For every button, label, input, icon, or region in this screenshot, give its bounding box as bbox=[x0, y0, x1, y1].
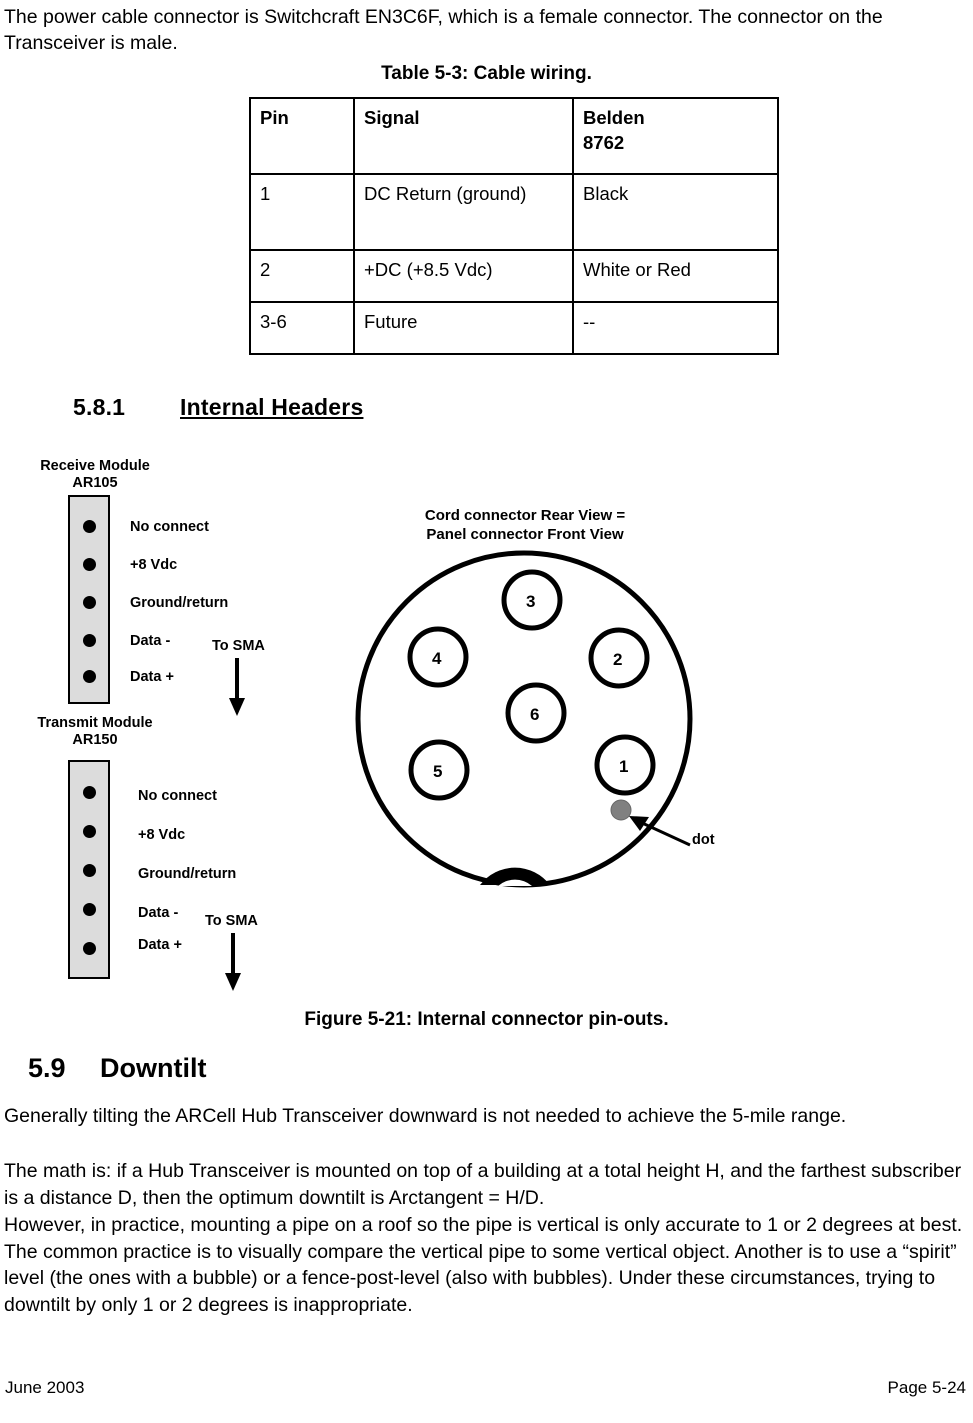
transmit-module-header-block bbox=[68, 760, 110, 979]
footer-page-number: Page 5-24 bbox=[887, 1378, 966, 1397]
section-heading-5-9: 5.9 Downtilt bbox=[28, 1053, 206, 1084]
transmit-pin-label-data-plus: Data + bbox=[138, 937, 182, 953]
section-number: 5.8.1 bbox=[73, 394, 126, 420]
cell-pin: 3-6 bbox=[249, 301, 355, 355]
table-caption: Table 5-3: Cable wiring. bbox=[381, 63, 592, 84]
connector-pin-number-1: 1 bbox=[619, 757, 629, 776]
transmit-pin-dot-3 bbox=[83, 864, 96, 877]
table-header-row: Pin Signal Belden 8762Belden8762 bbox=[249, 97, 779, 175]
section-title: Downtilt bbox=[100, 1053, 207, 1083]
receive-pin-label-data-minus: Data - bbox=[130, 633, 171, 649]
cable-wiring-table: Pin Signal Belden 8762Belden8762 1 DC Re… bbox=[249, 97, 779, 355]
cell-signal: DC Return (ground) bbox=[353, 173, 574, 251]
receive-pin-dot-4 bbox=[83, 634, 96, 647]
connector-view-caption: Cord connector Rear View = Panel connect… bbox=[424, 507, 626, 543]
cell-pin: 2 bbox=[249, 249, 355, 303]
connector-pin-number-3: 3 bbox=[526, 592, 536, 611]
cell-belden: White or Red bbox=[572, 249, 779, 303]
figure-caption: Figure 5-21: Internal connector pin-outs… bbox=[304, 1009, 669, 1030]
section-number: 5.9 bbox=[28, 1053, 66, 1083]
connector-pin-number-6: 6 bbox=[530, 705, 540, 724]
receive-pin-label-data-plus: Data + bbox=[130, 669, 174, 685]
dot-label: dot bbox=[692, 832, 715, 848]
transmit-pin-dot-5 bbox=[83, 942, 96, 955]
transmit-pin-dot-2 bbox=[83, 825, 96, 838]
receive-pin-label-8-vdc: +8 Vdc bbox=[130, 557, 178, 573]
column-header-belden: Belden 8762Belden8762 bbox=[572, 97, 779, 175]
body-paragraph-3: However, in practice, mounting a pipe on… bbox=[4, 1214, 963, 1316]
figure-internal-connector-pinouts: Receive Module AR105 No connect +8 Vdc G… bbox=[0, 440, 973, 1010]
section-title: Internal Headers bbox=[180, 394, 364, 420]
receive-pin-label-ground-return: Ground/return bbox=[130, 595, 229, 611]
column-header-pin: Pin bbox=[249, 97, 355, 175]
transmit-pin-label-ground-return: Ground/return bbox=[138, 866, 237, 882]
cell-signal: Future bbox=[353, 301, 574, 355]
receive-pin-dot-1 bbox=[83, 520, 96, 533]
receive-pin-label-no-connect: No connect bbox=[130, 519, 209, 535]
table-row: 3-6 Future -- bbox=[249, 301, 779, 355]
cell-signal: +DC (+8.5 Vdc) bbox=[353, 249, 574, 303]
body-paragraph-1: Generally tilting the ARCell Hub Transce… bbox=[4, 1105, 847, 1127]
receive-pin-dot-2 bbox=[83, 558, 96, 571]
connector-alignment-dot bbox=[610, 799, 632, 821]
body-paragraph-2: The math is: if a Hub Transceiver is mou… bbox=[4, 1160, 962, 1209]
transmit-to-sma-label: To SMA bbox=[205, 913, 258, 929]
connector-pin-number-4: 4 bbox=[432, 649, 442, 668]
transmit-pin-label-data-minus: Data - bbox=[138, 905, 179, 921]
transmit-pin-label-no-connect: No connect bbox=[138, 788, 217, 804]
transmit-pin-dot-1 bbox=[83, 786, 96, 799]
connector-pin-number-2: 2 bbox=[613, 650, 623, 669]
table-row: 1 DC Return (ground) Black bbox=[249, 173, 779, 251]
connector-pin-number-5: 5 bbox=[433, 762, 443, 781]
receive-pin-dot-3 bbox=[83, 596, 96, 609]
receive-module-header-block bbox=[68, 495, 110, 704]
receive-to-sma-label: To SMA bbox=[212, 638, 265, 654]
receive-pin-dot-5 bbox=[83, 670, 96, 683]
transmit-to-sma-arrow-icon bbox=[225, 933, 241, 991]
column-header-signal: Signal bbox=[353, 97, 574, 175]
cell-pin: 1 bbox=[249, 173, 355, 251]
transmit-pin-dot-4 bbox=[83, 903, 96, 916]
cell-belden: Black bbox=[572, 173, 779, 251]
table-row: 2 +DC (+8.5 Vdc) White or Red bbox=[249, 249, 779, 303]
transmit-pin-label-8-vdc: +8 Vdc bbox=[138, 827, 186, 843]
transmit-module-title: Transmit Module AR150 bbox=[37, 715, 153, 748]
cell-belden: -- bbox=[572, 301, 779, 355]
receive-module-title: Receive Module AR105 bbox=[40, 458, 150, 491]
section-heading-5-8-1: 5.8.1 Internal Headers bbox=[73, 394, 363, 421]
receive-to-sma-arrow-icon bbox=[229, 658, 245, 716]
intro-paragraph: The power cable connector is Switchcraft… bbox=[4, 6, 883, 54]
